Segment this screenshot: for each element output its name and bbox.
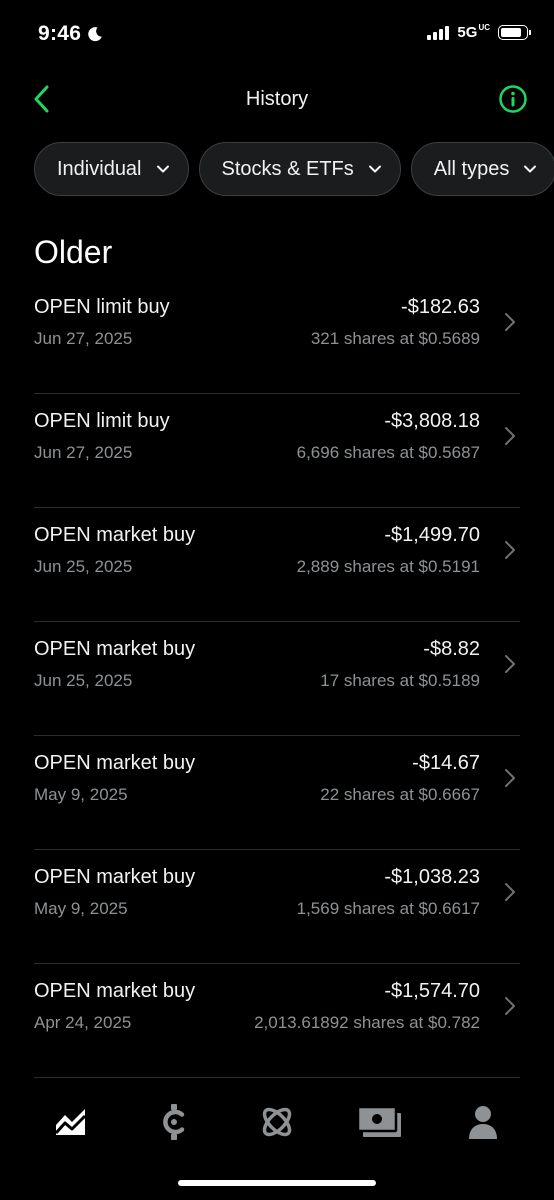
transaction-title: OPEN market buy xyxy=(34,752,196,774)
transaction-row[interactable]: OPEN market buy Jun 25, 2025 -$1,499.70 … xyxy=(34,508,520,622)
network-text: 5G xyxy=(457,24,478,41)
filter-account[interactable]: Individual xyxy=(34,142,189,196)
account-icon xyxy=(468,1106,497,1139)
transaction-row[interactable]: OPEN market buy Apr 24, 2025 -$1,574.70 … xyxy=(34,964,520,1078)
moon-icon xyxy=(88,27,103,42)
nav-investing[interactable] xyxy=(41,1097,101,1147)
transaction-date: May 9, 2025 xyxy=(34,899,128,918)
transaction-row[interactable]: OPEN limit buy Jun 27, 2025 -$182.63 321… xyxy=(34,280,520,394)
filter-type-label: All types xyxy=(433,157,510,180)
transaction-date: Jun 25, 2025 xyxy=(34,557,133,576)
chevron-right-icon xyxy=(505,427,515,445)
atom-icon xyxy=(262,1107,292,1137)
info-icon xyxy=(499,85,527,113)
transaction-title: OPEN market buy xyxy=(34,980,196,1002)
chevron-down-icon xyxy=(156,165,169,173)
chart-icon xyxy=(55,1109,87,1135)
nav-cash[interactable] xyxy=(350,1097,410,1147)
transaction-title: OPEN limit buy xyxy=(34,410,170,432)
crypto-icon xyxy=(163,1104,185,1140)
transaction-detail: 22 shares at $0.6667 xyxy=(320,785,480,804)
filter-type[interactable]: All types xyxy=(410,142,554,196)
transaction-title: OPEN market buy xyxy=(34,524,196,546)
bottom-nav xyxy=(0,1090,554,1154)
chevron-right-icon xyxy=(505,541,515,559)
filter-asset-class[interactable]: Stocks & ETFs xyxy=(198,142,401,196)
filter-bar: Individual Stocks & ETFs All types xyxy=(34,142,554,198)
chevron-right-icon xyxy=(505,313,515,331)
transaction-detail: 2,889 shares at $0.5191 xyxy=(296,557,480,576)
transaction-amount: -$1,499.70 xyxy=(384,524,480,546)
transaction-amount: -$1,038.23 xyxy=(384,866,480,888)
chevron-right-icon xyxy=(505,997,515,1015)
nav-account[interactable] xyxy=(453,1097,513,1147)
chevron-down-icon xyxy=(524,165,537,173)
nav-discover[interactable] xyxy=(247,1097,307,1147)
transaction-date: Jun 27, 2025 xyxy=(34,443,133,462)
transaction-row[interactable]: OPEN limit buy Jun 27, 2025 -$3,808.18 6… xyxy=(34,394,520,508)
nav-crypto[interactable] xyxy=(144,1097,204,1147)
header: History xyxy=(0,74,554,124)
transaction-title: OPEN market buy xyxy=(34,866,196,888)
transaction-amount: -$1,574.70 xyxy=(384,980,480,1002)
chevron-right-icon xyxy=(505,883,515,901)
chevron-down-icon xyxy=(368,165,381,173)
transaction-date: Apr 24, 2025 xyxy=(34,1013,132,1032)
page-title: History xyxy=(245,88,309,110)
home-indicator[interactable] xyxy=(178,1180,376,1186)
transaction-detail: 321 shares at $0.5689 xyxy=(310,329,480,348)
transaction-row[interactable]: OPEN market buy Jun 25, 2025 -$8.82 17 s… xyxy=(34,622,520,736)
transaction-list: OPEN limit buy Jun 27, 2025 -$182.63 321… xyxy=(34,280,520,1078)
filter-account-label: Individual xyxy=(57,157,142,180)
network-label: 5G UC xyxy=(457,23,490,42)
transaction-date: May 9, 2025 xyxy=(34,785,128,804)
transaction-date: Jun 25, 2025 xyxy=(34,671,133,690)
network-suffix: UC xyxy=(478,23,490,32)
transaction-title: OPEN limit buy xyxy=(34,296,170,318)
transaction-detail: 6,696 shares at $0.5687 xyxy=(296,443,480,462)
status-time-text: 9:46 xyxy=(38,22,82,45)
transaction-amount: -$3,808.18 xyxy=(384,410,480,432)
info-button[interactable] xyxy=(498,84,528,114)
transaction-detail: 2,013.61892 shares at $0.782 xyxy=(254,1013,480,1032)
status-time: 9:46 xyxy=(38,22,103,46)
transaction-detail: 1,569 shares at $0.6617 xyxy=(296,899,480,918)
cash-icon xyxy=(356,1105,401,1137)
filter-asset-class-label: Stocks & ETFs xyxy=(221,157,354,180)
transaction-amount: -$14.67 xyxy=(412,752,480,774)
transaction-amount: -$182.63 xyxy=(401,296,480,318)
transaction-row[interactable]: OPEN market buy May 9, 2025 -$1,038.23 1… xyxy=(34,850,520,964)
signal-icon xyxy=(427,25,450,40)
transaction-detail: 17 shares at $0.5189 xyxy=(320,671,480,690)
transaction-title: OPEN market buy xyxy=(34,638,196,660)
status-indicators: 5G UC xyxy=(427,23,531,42)
transaction-amount: -$8.82 xyxy=(423,638,480,660)
chevron-right-icon xyxy=(505,655,515,673)
transaction-row[interactable]: OPEN market buy May 9, 2025 -$14.67 22 s… xyxy=(34,736,520,850)
chevron-right-icon xyxy=(505,769,515,787)
status-bar: 9:46 5G UC xyxy=(0,0,554,70)
section-title: Older xyxy=(34,234,113,270)
battery-icon xyxy=(498,25,531,40)
transaction-date: Jun 27, 2025 xyxy=(34,329,133,348)
